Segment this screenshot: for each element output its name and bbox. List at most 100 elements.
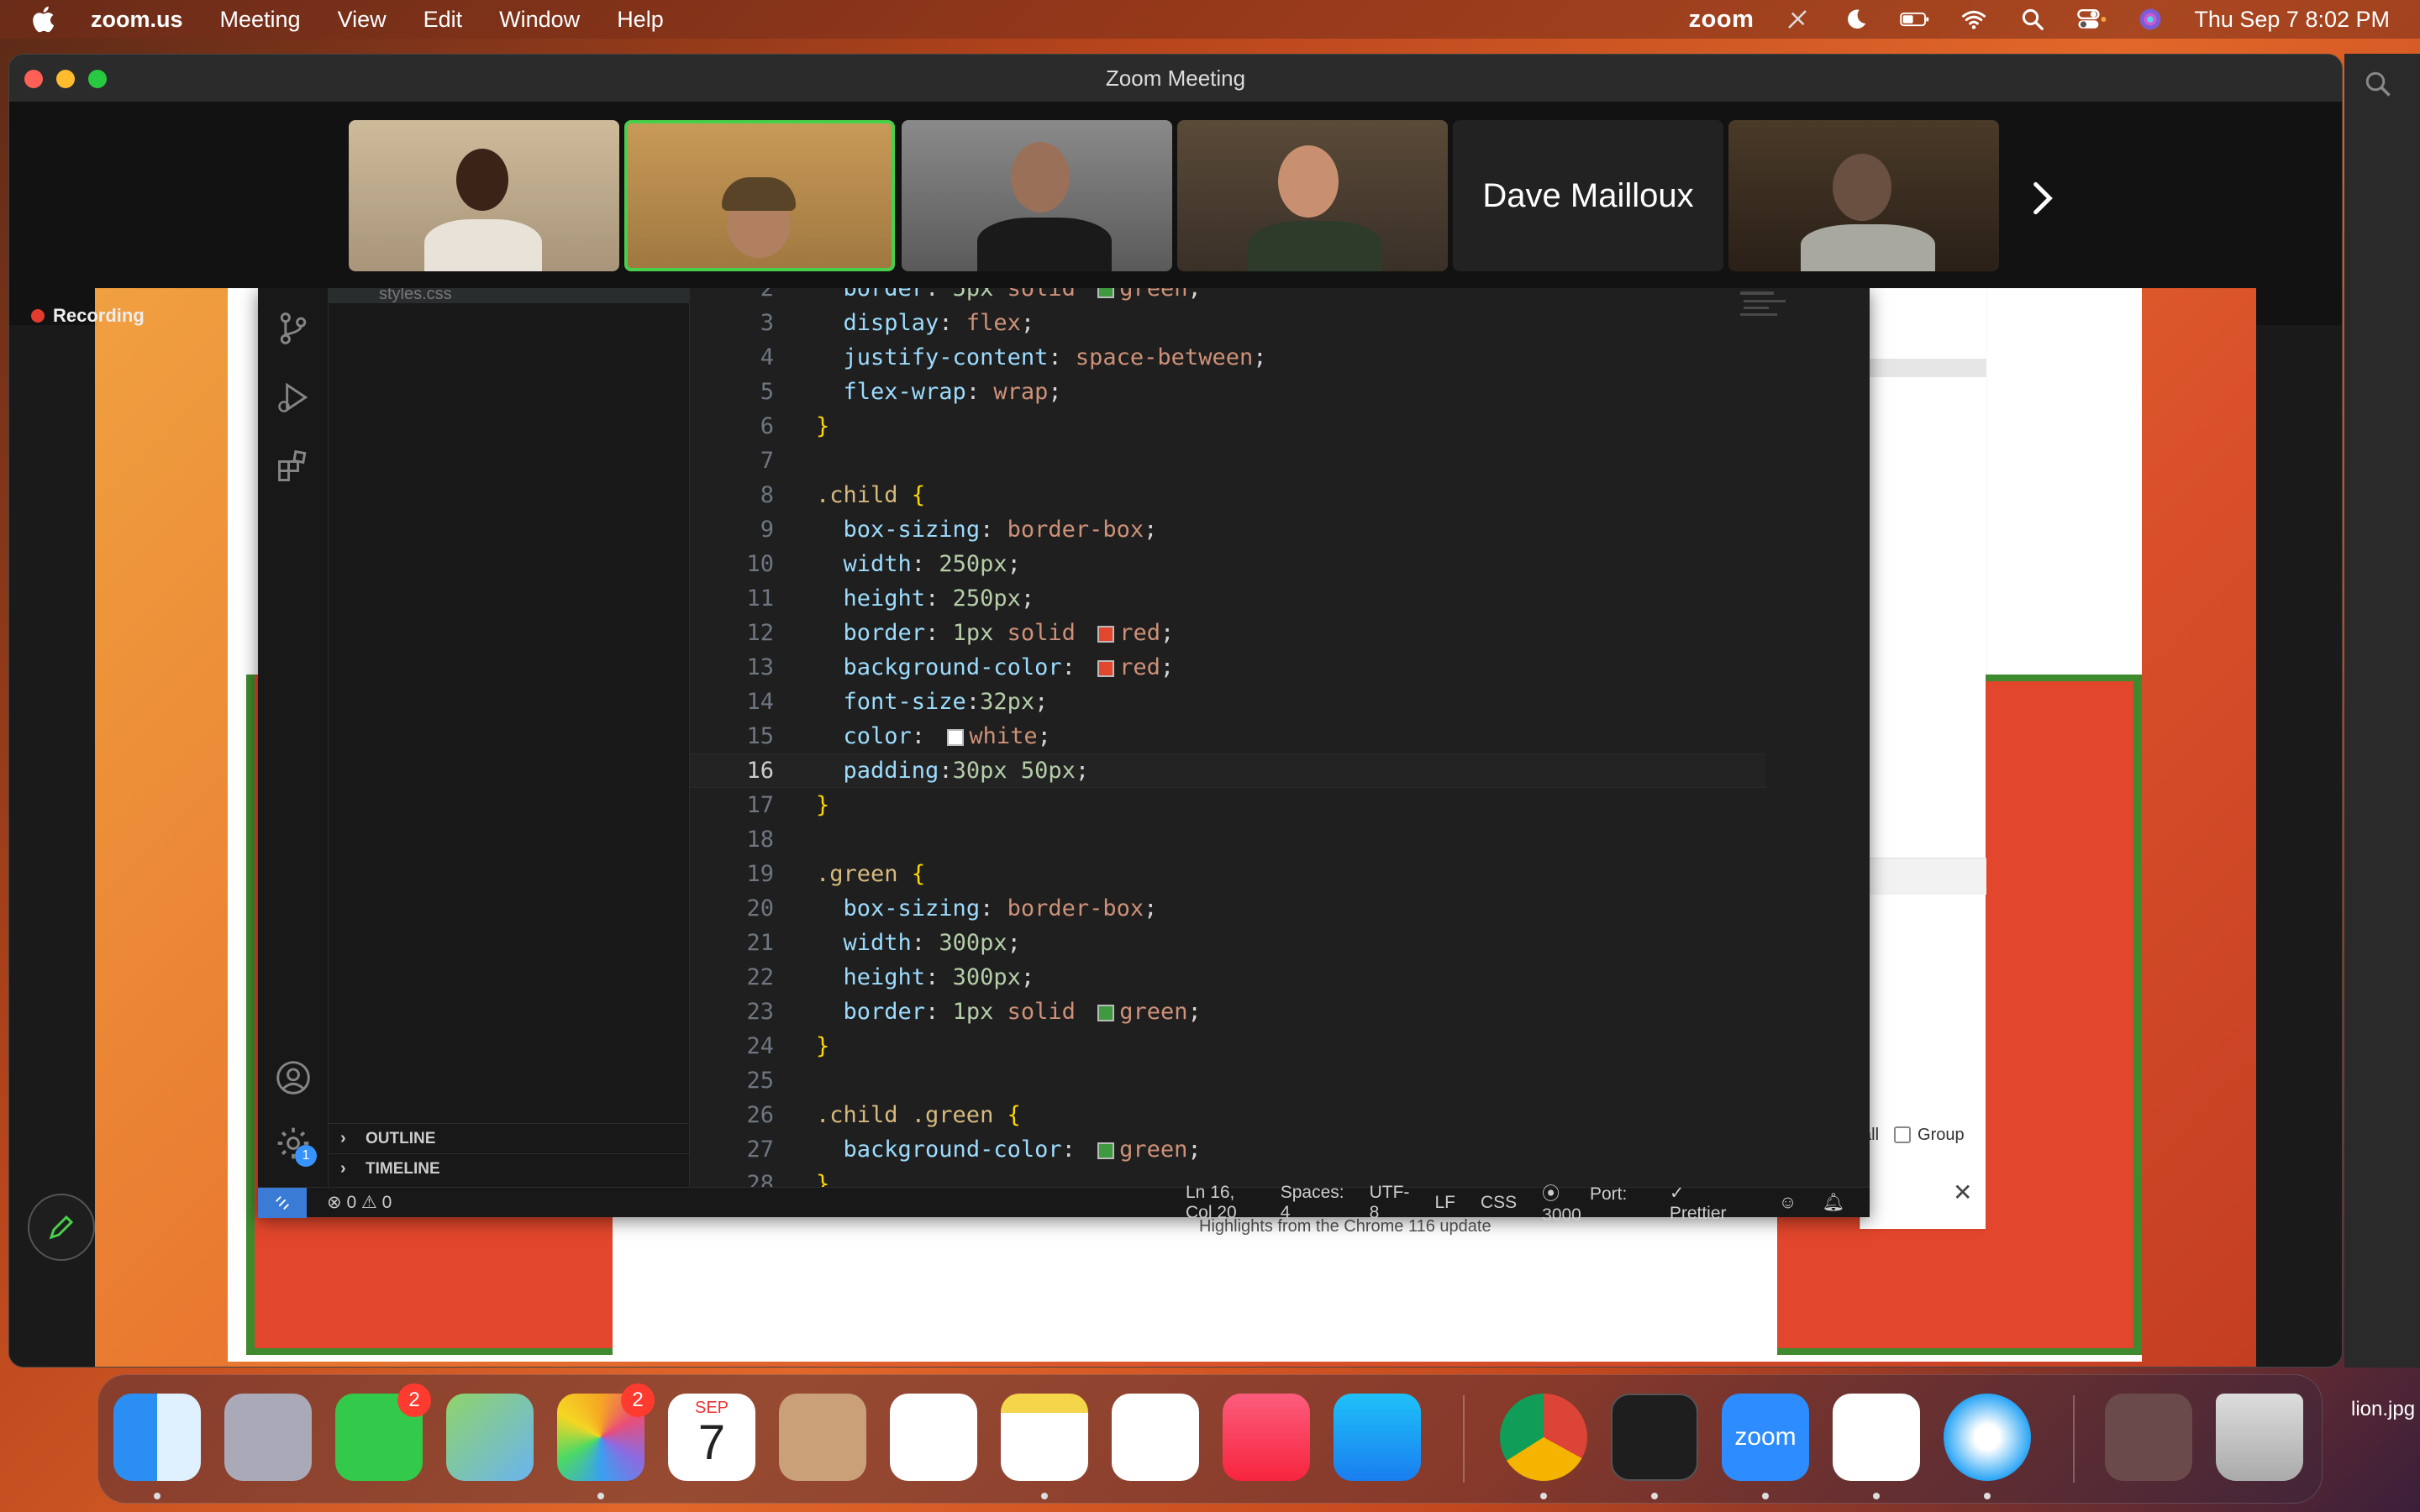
code-line[interactable]: 3 display: flex; xyxy=(690,306,1765,340)
participant-video-3[interactable] xyxy=(902,120,1172,271)
window-titlebar[interactable]: Zoom Meeting xyxy=(9,55,2342,102)
code-line[interactable]: 27 background-color: green; xyxy=(690,1132,1765,1167)
participant-video-1[interactable] xyxy=(349,120,619,271)
code-line[interactable]: 22 height: 300px; xyxy=(690,960,1765,995)
trash-icon[interactable] xyxy=(2216,1394,2303,1481)
notes-icon[interactable] xyxy=(1001,1394,1088,1481)
language-mode[interactable]: CSS xyxy=(1481,1193,1517,1213)
color-swatch[interactable] xyxy=(1097,1004,1115,1021)
menu-view[interactable]: View xyxy=(338,7,387,33)
app-name-menu[interactable]: zoom.us xyxy=(91,7,183,33)
color-swatch[interactable] xyxy=(1097,1142,1115,1159)
indentation[interactable]: Spaces: 4 xyxy=(1281,1183,1344,1223)
code-line[interactable]: 6} xyxy=(690,409,1765,444)
safari-icon[interactable] xyxy=(1944,1394,2031,1481)
vscode-app-icon[interactable] xyxy=(1833,1394,1920,1481)
explorer-file-item[interactable]: styles.css xyxy=(329,288,690,303)
code-line[interactable]: 14 font-size:32px; xyxy=(690,685,1765,719)
code-line[interactable]: 10 width: 250px; xyxy=(690,547,1765,581)
chevron-right-icon[interactable] xyxy=(2026,177,2060,219)
music-icon[interactable] xyxy=(1223,1394,1310,1481)
code-line[interactable]: 20 box-sizing: border-box; xyxy=(690,891,1765,926)
control-center-icon[interactable] xyxy=(2076,7,2107,32)
wifi-icon[interactable] xyxy=(1959,7,1989,32)
maps-icon[interactable] xyxy=(446,1394,534,1481)
calendar-icon[interactable]: SEP 7 xyxy=(668,1394,755,1481)
problems-indicator[interactable]: ⊗ 0 ⚠ 0 xyxy=(327,1192,392,1213)
apple-icon[interactable] xyxy=(29,3,60,35)
menu-meeting[interactable]: Meeting xyxy=(220,7,301,33)
code-editor[interactable]: 2 border: 5px solid green; 3 display: fle… xyxy=(690,288,1870,1197)
code-line[interactable]: 23 border: 1px solid green; xyxy=(690,995,1765,1029)
encoding[interactable]: UTF-8 xyxy=(1370,1183,1410,1223)
search-icon[interactable] xyxy=(2363,69,2393,99)
code-line[interactable]: 24} xyxy=(690,1029,1765,1063)
timeline-section[interactable]: › TIMELINE xyxy=(329,1153,690,1184)
contacts-icon[interactable] xyxy=(779,1394,866,1481)
code-line[interactable]: 17} xyxy=(690,788,1765,822)
siri-icon[interactable] xyxy=(2135,7,2165,32)
group-checkbox[interactable] xyxy=(1894,1126,1912,1143)
code-line[interactable]: 2 border: 5px solid green; xyxy=(690,288,1765,306)
code-line[interactable]: 16 padding:30px 50px; xyxy=(690,753,1765,788)
reminders-icon[interactable] xyxy=(890,1394,977,1481)
moon-icon[interactable] xyxy=(1841,7,1871,32)
search-icon[interactable] xyxy=(2018,7,2048,32)
menu-edit[interactable]: Edit xyxy=(424,7,463,33)
extensions-icon[interactable] xyxy=(275,448,312,485)
chrome-icon[interactable] xyxy=(1500,1394,1587,1481)
code-line[interactable]: 18 xyxy=(690,822,1765,857)
participant-video-6[interactable] xyxy=(1728,120,1999,271)
desktop-file-label[interactable]: lion.jpg xyxy=(2351,1398,2415,1421)
code-line[interactable]: 4 justify-content: space-between; xyxy=(690,340,1765,375)
code-line[interactable]: 15 color: white; xyxy=(690,719,1765,753)
pen-off-icon[interactable] xyxy=(1782,7,1812,32)
code-line[interactable]: 8 .child { xyxy=(690,478,1765,512)
zoom-app-icon[interactable]: zoom xyxy=(1722,1394,1809,1481)
account-icon[interactable] xyxy=(275,1059,312,1096)
color-swatch[interactable] xyxy=(1097,288,1115,298)
minimize-window-button[interactable] xyxy=(56,70,75,88)
menu-help[interactable]: Help xyxy=(617,7,664,33)
code-line[interactable]: 19 .green { xyxy=(690,857,1765,891)
participant-tile-name-only[interactable]: Dave Mailloux xyxy=(1453,120,1723,271)
recording-indicator[interactable]: Recording xyxy=(31,305,145,327)
close-icon[interactable]: ✕ xyxy=(1953,1179,1972,1206)
notifications-bell-icon[interactable]: 🔔︎ xyxy=(1822,1193,1844,1213)
recent-photos-stack-icon[interactable] xyxy=(2105,1394,2192,1481)
menu-window[interactable]: Window xyxy=(499,7,580,33)
code-line[interactable]: 12 border: 1px solid red; xyxy=(690,616,1765,650)
participant-video-4[interactable] xyxy=(1177,120,1448,271)
outline-section[interactable]: › OUTLINE xyxy=(329,1123,690,1153)
launchpad-icon[interactable] xyxy=(224,1394,312,1481)
code-line[interactable]: 5 flex-wrap: wrap; xyxy=(690,375,1765,409)
code-line[interactable]: 26 .child .green { xyxy=(690,1098,1765,1132)
app-store-icon[interactable] xyxy=(1334,1394,1421,1481)
code-line[interactable]: 21 width: 300px; xyxy=(690,926,1765,960)
annotate-button[interactable] xyxy=(28,1194,95,1261)
participant-video-2-active-speaker[interactable] xyxy=(624,120,895,271)
terminal-icon[interactable] xyxy=(1611,1394,1698,1481)
color-swatch[interactable] xyxy=(947,728,965,746)
prettier-status[interactable]: ✓ Prettier xyxy=(1670,1183,1754,1224)
finder-icon[interactable] xyxy=(113,1394,201,1481)
zoom-window-button[interactable] xyxy=(88,70,107,88)
cursor-position[interactable]: Ln 16, Col 20 xyxy=(1186,1183,1255,1223)
feedback-icon[interactable]: ☺ xyxy=(1779,1193,1797,1213)
clock[interactable]: Thu Sep 7 8:02 PM xyxy=(2194,7,2390,33)
close-window-button[interactable] xyxy=(24,70,43,88)
color-swatch[interactable] xyxy=(1097,625,1115,643)
live-server-port[interactable]: ⦿ Port: 3000 xyxy=(1542,1180,1644,1226)
freeform-icon[interactable] xyxy=(1112,1394,1199,1481)
code-line[interactable]: 11 height: 250px; xyxy=(690,581,1765,616)
code-line[interactable]: 25 xyxy=(690,1063,1765,1098)
code-line[interactable]: 7 xyxy=(690,444,1765,478)
code-line[interactable]: 9 box-sizing: border-box; xyxy=(690,512,1765,547)
run-debug-icon[interactable] xyxy=(275,379,312,416)
source-control-icon[interactable] xyxy=(275,310,312,347)
code-line[interactable]: 13 background-color: red; xyxy=(690,650,1765,685)
color-swatch[interactable] xyxy=(1097,659,1115,677)
remote-indicator[interactable] xyxy=(258,1187,307,1218)
line-ending[interactable]: LF xyxy=(1434,1193,1455,1213)
battery-icon[interactable] xyxy=(1900,7,1930,32)
